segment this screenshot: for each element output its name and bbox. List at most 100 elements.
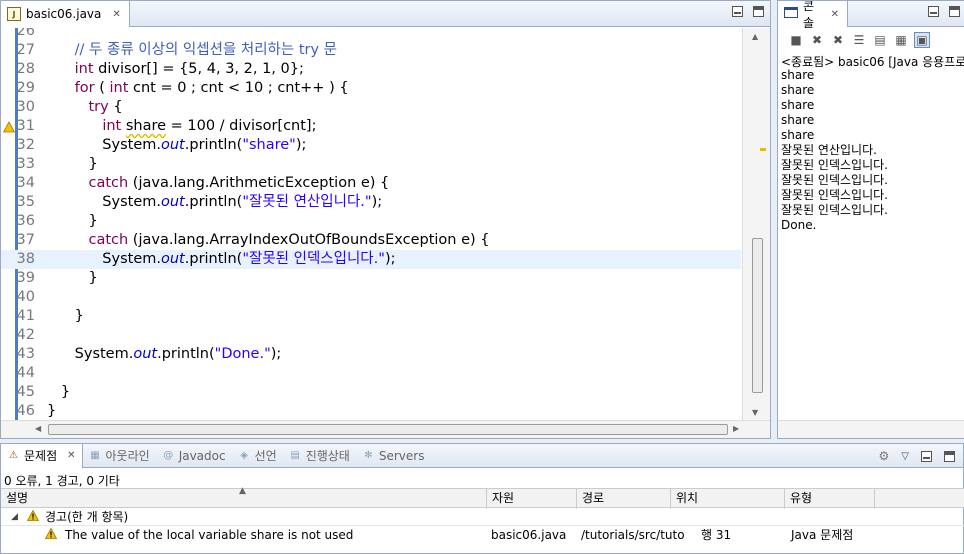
- warning-marker-icon[interactable]: [2, 120, 16, 133]
- tab-outline[interactable]: ▦ 아웃라인: [83, 444, 156, 468]
- view-menu-icon[interactable]: ▽: [901, 451, 909, 462]
- close-icon[interactable]: ✕: [831, 9, 839, 20]
- editor-vertical-scrollbar[interactable]: ▲ ▼: [742, 28, 770, 421]
- code-line[interactable]: 32 System.out.println("share");: [1, 136, 741, 155]
- code-text: System.out.println("잘못된 연산입니다.");: [47, 194, 383, 210]
- maximize-button[interactable]: [753, 6, 764, 17]
- code-line[interactable]: 26: [1, 28, 741, 41]
- minimize-button[interactable]: [928, 6, 939, 17]
- column-header-resource[interactable]: 자원: [487, 489, 577, 509]
- line-number: 32: [16, 137, 35, 153]
- show-on-stdout-icon[interactable]: ▤: [872, 32, 888, 48]
- code-line[interactable]: 38 System.out.println("잘못된 인덱스입니다.");: [1, 250, 741, 269]
- line-number: 37: [16, 232, 35, 248]
- maximize-button[interactable]: [949, 6, 960, 17]
- code-text: int share = 100 / divisor[cnt];: [102, 118, 317, 134]
- close-icon[interactable]: ✕: [112, 9, 120, 20]
- editor-pane: J basic06.java ✕ 26 27 // 두 종류 이상의 익셉션을 처…: [0, 0, 771, 439]
- code-line[interactable]: 39 }: [1, 269, 741, 288]
- code-line[interactable]: 28 int divisor[] = {5, 4, 3, 2, 1, 0};: [1, 60, 741, 79]
- code-text: System.out.println("Done.");: [47, 346, 282, 362]
- editor-tab[interactable]: J basic06.java ✕: [1, 1, 130, 27]
- code-line[interactable]: 34 catch (java.lang.ArithmeticException …: [1, 174, 741, 193]
- warning-overview-marker[interactable]: [760, 148, 766, 151]
- editor-horizontal-scrollbar[interactable]: ◀ ▶: [1, 420, 770, 438]
- tab-declaration[interactable]: ◈ 선언: [232, 444, 283, 468]
- console-line: 잘못된 인덱스입니다.: [781, 158, 888, 172]
- code-text: int divisor[] = {5, 4, 3, 2, 1, 0};: [74, 61, 304, 77]
- column-header-location[interactable]: 위치: [671, 489, 785, 509]
- code-text: for ( int cnt = 0 ; cnt < 10 ; cnt++ ) {: [74, 80, 349, 96]
- scroll-right-icon[interactable]: ▶: [733, 424, 739, 433]
- table-row[interactable]: The value of the local variable share is…: [1, 526, 964, 544]
- problems-summary: 0 오류, 1 경고, 0 기타: [4, 474, 120, 488]
- code-line[interactable]: 37 catch (java.lang.ArrayIndexOutOfBound…: [1, 231, 741, 250]
- terminate-icon[interactable]: ■: [788, 32, 804, 48]
- console-output[interactable]: share share share share share 잘못된 연산입니다. 잘못된 인…: [781, 68, 888, 233]
- code-line[interactable]: 43 System.out.println("Done.");: [1, 345, 741, 364]
- code-line[interactable]: 36 }: [1, 212, 741, 231]
- remove-all-terminated-icon[interactable]: ✖: [830, 32, 846, 48]
- scroll-lock-icon[interactable]: ☰: [851, 32, 867, 48]
- line-number: 44: [16, 365, 35, 381]
- tab-servers[interactable]: ✻ Servers: [356, 444, 431, 468]
- console-line: share: [781, 113, 815, 127]
- console-line: 잘못된 인덱스입니다.: [781, 203, 888, 217]
- warning-icon: [44, 526, 58, 544]
- console-tabbar: 콘솔 ✕: [778, 1, 964, 30]
- minimize-button[interactable]: [921, 450, 932, 462]
- console-pane: 콘솔 ✕ ■ ✖ ✖ ☰ ▤ ▦ ▣ <종료됨> basic06 [Java 응…: [777, 0, 964, 439]
- column-header-path[interactable]: 경로: [577, 489, 671, 509]
- code-text: }: [47, 308, 84, 324]
- hscroll-thumb[interactable]: [48, 424, 728, 435]
- minimize-button[interactable]: [732, 6, 743, 17]
- scroll-thumb[interactable]: [752, 238, 763, 393]
- line-number: 30: [16, 99, 35, 115]
- code-line[interactable]: 31 int share = 100 / divisor[cnt];: [1, 117, 741, 136]
- table-group-row[interactable]: ◢ 경고(한 개 항목): [1, 508, 964, 526]
- javadoc-icon: @: [163, 450, 174, 461]
- tab-label: 문제점: [24, 449, 58, 463]
- console-toolbar: ■ ✖ ✖ ☰ ▤ ▦ ▣: [778, 28, 964, 52]
- tab-progress[interactable]: ▤ 진행상태: [283, 444, 356, 468]
- code-text: }: [47, 213, 98, 229]
- line-number: 27: [16, 42, 35, 58]
- code-text: try {: [88, 99, 123, 115]
- code-line[interactable]: 44: [1, 364, 741, 383]
- code-line[interactable]: 27 // 두 종류 이상의 익셉션을 처리하는 try 문: [1, 41, 741, 60]
- code-line[interactable]: 33 }: [1, 155, 741, 174]
- tab-label: 선언: [254, 449, 277, 463]
- display-console-icon[interactable]: ▣: [914, 32, 930, 48]
- pin-console-icon[interactable]: ▦: [893, 32, 909, 48]
- code-editor[interactable]: 26 27 // 두 종류 이상의 익셉션을 처리하는 try 문 28 int d…: [1, 28, 741, 421]
- tab-label: Javadoc: [178, 448, 226, 463]
- scroll-down-icon[interactable]: ▼: [752, 408, 758, 417]
- code-line[interactable]: 40: [1, 288, 741, 307]
- column-header-label: 경로: [582, 491, 605, 505]
- code-line[interactable]: 45 }: [1, 383, 741, 402]
- console-tab[interactable]: 콘솔 ✕: [778, 1, 848, 30]
- servers-icon: ✻: [364, 450, 373, 461]
- code-line[interactable]: 46}: [1, 402, 741, 421]
- code-line[interactable]: 41 }: [1, 307, 741, 326]
- remove-launch-icon[interactable]: ✖: [809, 32, 825, 48]
- console-horizontal-scrollbar[interactable]: [778, 420, 964, 438]
- column-header-type[interactable]: 유형: [785, 489, 875, 509]
- tab-problems[interactable]: ⚠ 문제점 ✕: [1, 443, 83, 468]
- console-line: share: [781, 83, 815, 97]
- tab-label: 아웃라인: [105, 449, 150, 463]
- code-line[interactable]: 29 for ( int cnt = 0 ; cnt < 10 ; cnt++ …: [1, 79, 741, 98]
- maximize-button[interactable]: [944, 450, 955, 462]
- scroll-up-icon[interactable]: ▲: [752, 32, 758, 41]
- code-line[interactable]: 42: [1, 326, 741, 345]
- code-line[interactable]: 35 System.out.println("잘못된 연산입니다.");: [1, 193, 741, 212]
- code-line[interactable]: 30 try {: [1, 98, 741, 117]
- close-icon[interactable]: ✕: [67, 450, 75, 461]
- line-number: 41: [16, 308, 35, 324]
- code-text: // 두 종류 이상의 익셉션을 처리하는 try 문: [74, 42, 338, 58]
- collapse-icon[interactable]: ◢: [11, 508, 18, 526]
- code-text: catch (java.lang.ArithmeticException e) …: [88, 175, 390, 191]
- scroll-left-icon[interactable]: ◀: [35, 424, 41, 433]
- tab-javadoc[interactable]: @ Javadoc: [156, 444, 232, 468]
- focus-icon[interactable]: ⚙: [879, 449, 890, 463]
